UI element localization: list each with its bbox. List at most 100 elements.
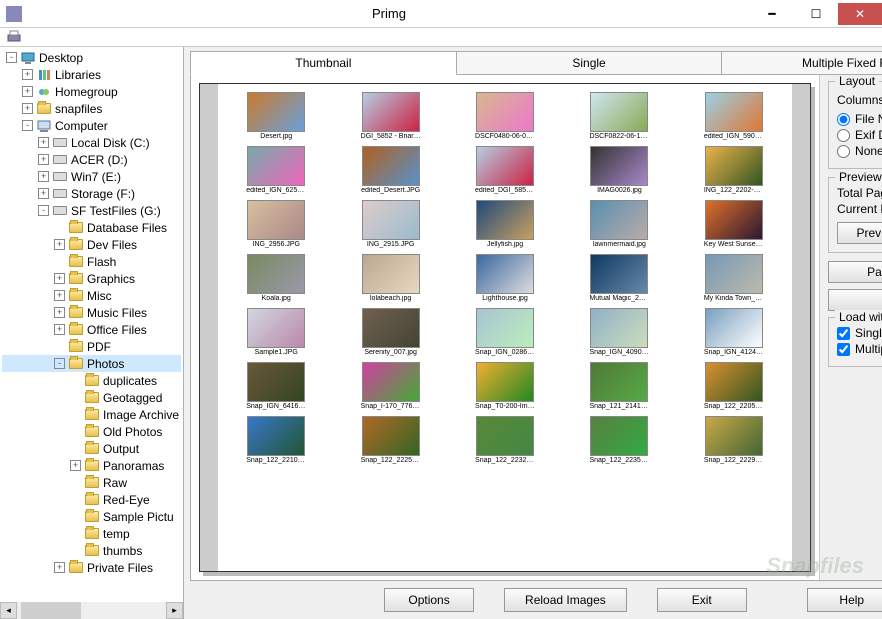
- expander-icon[interactable]: [70, 443, 81, 454]
- thumbnail[interactable]: Koala.jpg: [222, 254, 330, 302]
- expander-icon[interactable]: +: [54, 273, 65, 284]
- thumbnail[interactable]: Snap_122_2205_R2.JPG: [680, 362, 788, 410]
- tree-node[interactable]: +ACER (D:): [2, 151, 181, 168]
- tree-node[interactable]: Output: [2, 440, 181, 457]
- print-button[interactable]: Print...: [828, 289, 882, 311]
- exit-button[interactable]: Exit: [657, 588, 747, 612]
- thumbnail[interactable]: edited_DGI_5852 - Briar...: [451, 146, 559, 194]
- tree-node[interactable]: +Graphics: [2, 270, 181, 287]
- thumbnail[interactable]: Mutual Magic_2039283...: [565, 254, 673, 302]
- page-setup-button[interactable]: Page Setup...: [828, 261, 882, 283]
- expander-icon[interactable]: [54, 341, 65, 352]
- tree-node[interactable]: PDF: [2, 338, 181, 355]
- tab-multiple-fixed-form[interactable]: Multiple Fixed Form: [721, 51, 882, 75]
- close-button[interactable]: ✕: [838, 3, 882, 25]
- tree-node[interactable]: -SF TestFiles (G:): [2, 202, 181, 219]
- tree-node[interactable]: +Misc: [2, 287, 181, 304]
- expander-icon[interactable]: +: [22, 86, 33, 97]
- tree-node[interactable]: +Win7 (E:): [2, 168, 181, 185]
- layout-radio-none[interactable]: [837, 145, 850, 158]
- thumbnail[interactable]: Snap_IGN_4090-06-082...: [565, 308, 673, 356]
- expander-icon[interactable]: [54, 222, 65, 233]
- multiple-tab-check[interactable]: [837, 343, 850, 356]
- expander-icon[interactable]: [70, 375, 81, 386]
- thumbnail[interactable]: Jellyfish.jpg: [451, 200, 559, 248]
- single-tab-check[interactable]: [837, 327, 850, 340]
- thumbnail[interactable]: Key West Sunset_36432...: [680, 200, 788, 248]
- expander-icon[interactable]: +: [38, 171, 49, 182]
- help-button[interactable]: Help: [807, 588, 882, 612]
- thumbnail[interactable]: IMAG0026.jpg: [565, 146, 673, 194]
- thumbnail[interactable]: DSCF0822-06-1227.JPG: [565, 92, 673, 140]
- expander-icon[interactable]: [70, 477, 81, 488]
- expander-icon[interactable]: +: [54, 239, 65, 250]
- minimize-button[interactable]: ━: [750, 3, 794, 25]
- layout-radio-exif-data[interactable]: [837, 129, 850, 142]
- thumbnail[interactable]: lawnmermaid.jpg: [565, 200, 673, 248]
- expander-icon[interactable]: -: [6, 52, 17, 63]
- thumbnail[interactable]: ING_2956.JPG: [222, 200, 330, 248]
- tree-node[interactable]: +Dev Files: [2, 236, 181, 253]
- tree-node[interactable]: +Storage (F:): [2, 185, 181, 202]
- tree-hscroll[interactable]: ◂ ▸: [0, 602, 183, 619]
- thumbnail[interactable]: Snap_IGN_6416-06-07...: [222, 362, 330, 410]
- scroll-left-button[interactable]: ◂: [0, 602, 17, 619]
- thumbnail[interactable]: Desert.jpg: [222, 92, 330, 140]
- expander-icon[interactable]: [70, 511, 81, 522]
- tree-node[interactable]: Old Photos: [2, 423, 181, 440]
- thumbnail[interactable]: DGI_5852 - Briar Island ...: [336, 92, 444, 140]
- scroll-right-button[interactable]: ▸: [166, 602, 183, 619]
- expander-icon[interactable]: -: [54, 358, 65, 369]
- tree-node[interactable]: +snapfiles: [2, 100, 181, 117]
- thumbnail[interactable]: edited_IGN_6254-12-09...: [222, 146, 330, 194]
- tree-node[interactable]: +Homegroup: [2, 83, 181, 100]
- folder-tree[interactable]: -Desktop+Libraries+Homegroup+snapfiles-C…: [0, 47, 183, 602]
- thumbnail[interactable]: Lighthouse.jpg: [451, 254, 559, 302]
- expander-icon[interactable]: +: [38, 137, 49, 148]
- thumbnail[interactable]: Snap_IGN_0286-06-040...: [451, 308, 559, 356]
- thumbnail[interactable]: Sample1.JPG: [222, 308, 330, 356]
- layout-radio-file-name[interactable]: [837, 113, 850, 126]
- expander-icon[interactable]: [70, 528, 81, 539]
- expander-icon[interactable]: [54, 256, 65, 267]
- tree-node[interactable]: +Music Files: [2, 304, 181, 321]
- tree-node[interactable]: Sample Pictu: [2, 508, 181, 525]
- tree-node[interactable]: Geotagged: [2, 389, 181, 406]
- expander-icon[interactable]: +: [54, 290, 65, 301]
- expander-icon[interactable]: +: [38, 188, 49, 199]
- tree-node[interactable]: Image Archive: [2, 406, 181, 423]
- tree-node[interactable]: -Photos: [2, 355, 181, 372]
- reload-images-button[interactable]: Reload Images: [504, 588, 627, 612]
- prev-button[interactable]: Prev: [837, 222, 882, 244]
- maximize-button[interactable]: ☐: [794, 3, 838, 25]
- thumbnail[interactable]: ING_122_2202-1.jpg: [680, 146, 788, 194]
- expander-icon[interactable]: +: [22, 69, 33, 80]
- thumbnail[interactable]: Snap_122_2210_R2.JPG: [222, 416, 330, 464]
- tree-node[interactable]: -Desktop: [2, 49, 181, 66]
- thumbnail[interactable]: Snap_122_2235_R2.JPG: [565, 416, 673, 464]
- expander-icon[interactable]: [70, 426, 81, 437]
- thumbnail[interactable]: edited_Desert.JPG: [336, 146, 444, 194]
- expander-icon[interactable]: +: [70, 460, 81, 471]
- thumbnail[interactable]: Snap_122_2225_R2.JPG: [336, 416, 444, 464]
- expander-icon[interactable]: [70, 409, 81, 420]
- tree-node[interactable]: +Panoramas: [2, 457, 181, 474]
- expander-icon[interactable]: [70, 494, 81, 505]
- thumbnail[interactable]: Snap_T0-200-Img_4291...: [451, 362, 559, 410]
- expander-icon[interactable]: [70, 392, 81, 403]
- expander-icon[interactable]: +: [22, 103, 33, 114]
- scroll-thumb[interactable]: [21, 602, 81, 619]
- tree-node[interactable]: temp: [2, 525, 181, 542]
- tree-node[interactable]: +Libraries: [2, 66, 181, 83]
- expander-icon[interactable]: [70, 545, 81, 556]
- tab-single[interactable]: Single: [456, 51, 723, 75]
- tree-node[interactable]: +Private Files: [2, 559, 181, 576]
- expander-icon[interactable]: -: [22, 120, 33, 131]
- tree-node[interactable]: +Office Files: [2, 321, 181, 338]
- thumbnail[interactable]: Snap_IGN_4124-06-082...: [680, 308, 788, 356]
- tree-node[interactable]: Flash: [2, 253, 181, 270]
- expander-icon[interactable]: +: [54, 324, 65, 335]
- options-button[interactable]: Options: [384, 588, 474, 612]
- thumbnail[interactable]: Snap_122_2232_R2 (Sn...: [451, 416, 559, 464]
- thumbnail[interactable]: My Kinda Town_217440...: [680, 254, 788, 302]
